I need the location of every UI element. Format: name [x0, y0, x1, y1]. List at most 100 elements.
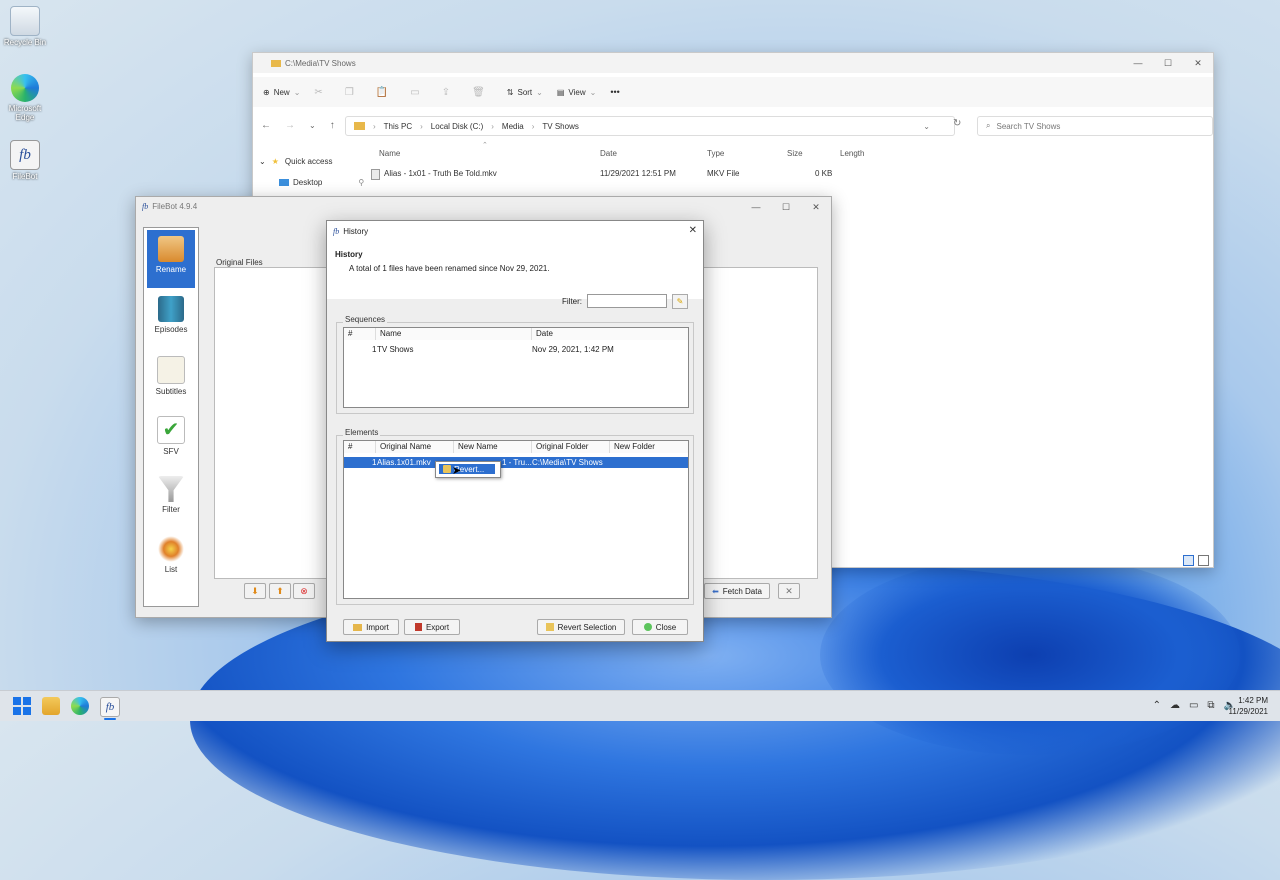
sidebar-item-list[interactable]: List — [147, 530, 195, 588]
filebot-taskbar-icon[interactable]: fb — [100, 697, 120, 717]
file-row[interactable]: Alias - 1x01 - Truth Be Told.mkv — [371, 169, 497, 180]
display-icon[interactable]: ▭ — [1189, 700, 1198, 711]
move-down-button[interactable]: ⬇ — [244, 583, 266, 599]
column-date[interactable]: Date — [532, 328, 688, 340]
breadcrumb-media[interactable]: Media — [502, 122, 524, 131]
column-num[interactable]: # — [344, 441, 376, 453]
revert-menu-item[interactable]: Revert... — [439, 464, 495, 474]
system-tray: ⌃ ☁ ▭ ⧉ 🔈 — [1153, 700, 1236, 711]
share-icon[interactable]: ⇪ — [442, 87, 450, 98]
new-button[interactable]: ⊕ New ⌄ — [263, 88, 300, 97]
column-size[interactable]: Size — [787, 149, 803, 158]
sequence-row-date[interactable]: Nov 29, 2021, 1:42 PM — [532, 344, 614, 355]
sidebar-item-episodes[interactable]: Episodes — [147, 290, 195, 348]
export-button[interactable]: Export — [404, 619, 460, 635]
copy-icon[interactable]: ❐ — [345, 87, 354, 98]
import-button[interactable]: Import — [343, 619, 399, 635]
more-button[interactable]: ••• — [610, 87, 619, 97]
address-dropdown-icon[interactable]: ⌄ — [923, 122, 930, 131]
elements-table[interactable]: # Original Name New Name Original Folder… — [343, 440, 689, 599]
up-icon[interactable]: ↑ — [330, 120, 335, 131]
close-circle-icon — [643, 623, 652, 631]
clock[interactable]: 1:42 PM 11/29/2021 — [1229, 695, 1268, 717]
close-icon[interactable]: ✕ — [801, 197, 831, 217]
search-box[interactable]: ⌕ Search TV Shows — [977, 116, 1213, 136]
delete-icon[interactable]: 🗑 — [472, 87, 485, 98]
column-original-folder[interactable]: Original Folder — [532, 441, 610, 453]
minimize-icon[interactable]: — — [741, 197, 771, 217]
settings-tools-button[interactable]: ✕ — [778, 583, 800, 599]
column-date[interactable]: Date — [600, 149, 617, 158]
sidebar-item-filter[interactable]: Filter — [147, 470, 195, 528]
nav-quick-access[interactable]: ⌄ ★ Quick access — [259, 157, 332, 166]
start-icon[interactable] — [13, 697, 31, 715]
file-icon — [371, 169, 380, 180]
move-up-button[interactable]: ⬆ — [269, 583, 291, 599]
breadcrumb-tv-shows[interactable]: TV Shows — [542, 122, 578, 131]
column-name[interactable]: Name — [379, 149, 400, 158]
edge-taskbar-icon[interactable] — [71, 697, 89, 715]
import-label: Import — [366, 622, 389, 632]
column-new-name[interactable]: New Name — [454, 441, 532, 453]
breadcrumb-local-disk[interactable]: Local Disk (C:) — [431, 122, 483, 131]
clear-filter-icon[interactable]: ✎ — [672, 294, 688, 309]
paste-icon[interactable]: 📋 — [376, 87, 388, 98]
address-bar[interactable]: › This PC › Local Disk (C:) › Media › TV… — [345, 116, 955, 136]
breadcrumb-this-pc[interactable]: This PC — [384, 122, 412, 131]
desktop-icon-edge[interactable]: Microsoft Edge — [3, 74, 47, 122]
column-name[interactable]: Name — [376, 328, 532, 340]
sequence-row-name[interactable]: TV Shows — [377, 344, 413, 355]
revert-icon — [443, 465, 451, 473]
sort-up-icon: ⌃ — [482, 142, 488, 149]
recent-chevron-icon[interactable]: ⌄ — [309, 121, 316, 130]
maximize-icon[interactable]: ☐ — [1153, 53, 1183, 73]
filter-input[interactable] — [587, 294, 667, 308]
history-header: History A total of 1 files have been ren… — [327, 241, 703, 299]
back-icon[interactable]: ← — [261, 120, 271, 131]
chevron-up-icon[interactable]: ⌃ — [1153, 700, 1161, 711]
sidebar-item-sfv[interactable]: ✔ SFV — [147, 410, 195, 468]
tiles-view-icon[interactable] — [1198, 555, 1209, 566]
cloud-icon[interactable]: ☁ — [1170, 700, 1180, 711]
minimize-icon[interactable]: — — [1123, 53, 1153, 73]
close-button[interactable]: Close — [632, 619, 688, 635]
sidebar-item-subtitles[interactable]: Subtitles — [147, 350, 195, 408]
desktop-icon-recycle-bin[interactable]: Recycle Bin — [3, 6, 47, 47]
maximize-icon[interactable]: ☐ — [771, 197, 801, 217]
sequence-row-num[interactable]: 1 — [372, 344, 376, 355]
filebot-sidebar: Rename Episodes Subtitles ✔ SFV Filter L… — [143, 227, 199, 607]
episodes-icon — [158, 296, 184, 322]
column-original-name[interactable]: Original Name — [376, 441, 454, 453]
network-icon[interactable]: ⧉ — [1207, 700, 1214, 711]
forward-icon[interactable]: → — [285, 120, 295, 131]
search-icon: ⌕ — [986, 121, 991, 130]
view-button[interactable]: ▤ View ⌄ — [557, 88, 596, 97]
file-explorer-taskbar-icon[interactable] — [42, 697, 60, 715]
fetch-data-button[interactable]: ⬅ Fetch Data — [704, 583, 770, 599]
column-type[interactable]: Type — [707, 149, 724, 158]
filebot-title-icon: fb — [333, 226, 340, 236]
revert-selection-button[interactable]: Revert Selection — [537, 619, 625, 635]
cut-icon[interactable]: ✂ — [314, 87, 322, 98]
nav-desktop[interactable]: Desktop ⚲ — [279, 178, 364, 187]
column-new-folder[interactable]: New Folder — [610, 441, 688, 453]
plus-icon: ⊕ — [263, 87, 270, 97]
close-icon[interactable]: ✕ — [689, 225, 697, 236]
column-length[interactable]: Length — [840, 149, 864, 158]
star-icon: ★ — [271, 157, 279, 166]
expand-chevron-icon: ⌄ — [259, 157, 266, 166]
export-icon — [414, 623, 422, 631]
desktop-icon-filebot[interactable]: fb FileBot — [3, 140, 47, 181]
close-label: Close — [655, 622, 677, 632]
close-icon[interactable]: ✕ — [1183, 53, 1213, 73]
column-num[interactable]: # — [344, 328, 376, 340]
details-view-icon[interactable] — [1183, 555, 1194, 566]
rename-icon[interactable]: ▭ — [410, 87, 419, 98]
sort-button[interactable]: ⇅ Sort ⌄ — [507, 88, 543, 97]
edge-icon — [11, 74, 39, 102]
sequences-table[interactable]: # Name Date 1 TV Shows Nov 29, 2021, 1:4… — [343, 327, 689, 408]
sidebar-item-rename[interactable]: Rename — [147, 230, 195, 288]
element-row-selected[interactable]: 1 Alias.1x01.mkv 1 - Tru... C:\Media\TV … — [344, 457, 688, 468]
remove-button[interactable]: ⊗ — [293, 583, 315, 599]
refresh-icon[interactable]: ↻ — [953, 118, 961, 129]
